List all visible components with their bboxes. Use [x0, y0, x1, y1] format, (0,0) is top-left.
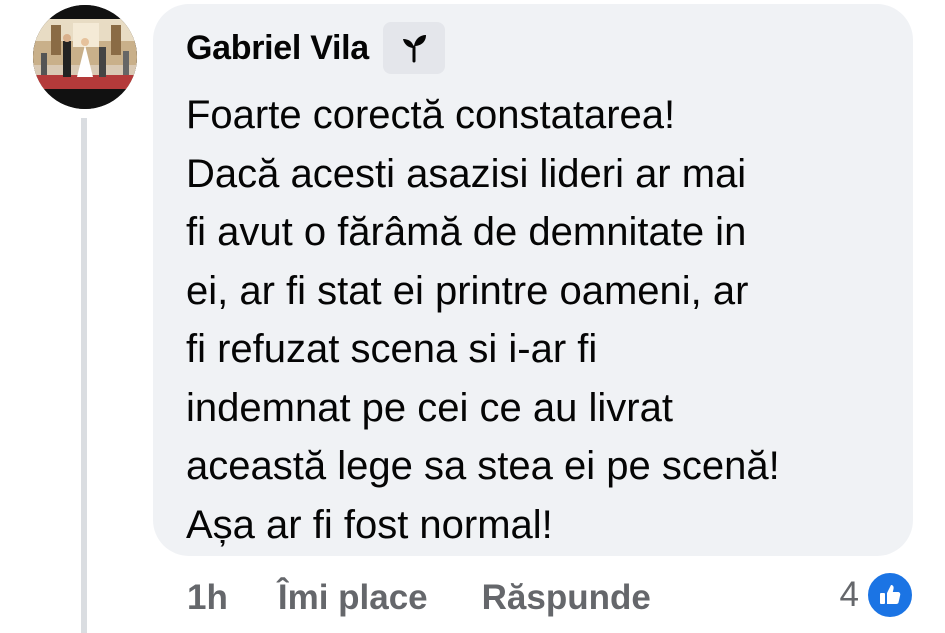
- reaction-count: 4: [839, 575, 859, 614]
- comment-text: Foarte corectă constatarea! Dacă acesti …: [186, 86, 886, 554]
- reply-button[interactable]: Răspunde: [482, 578, 651, 618]
- comment-line: această lege sa stea ei pe scenă!: [186, 444, 780, 488]
- new-member-badge[interactable]: [382, 22, 445, 74]
- sprout-icon: [402, 35, 426, 63]
- comment-line: ei, ar fi stat ei printre oameni, ar: [186, 268, 749, 313]
- avatar[interactable]: [33, 5, 137, 109]
- comment-actions: 1h Îmi place Răspunde: [187, 574, 651, 622]
- avatar-photo: [33, 5, 137, 109]
- timestamp-link[interactable]: 1h: [187, 578, 228, 618]
- comment-line: Dacă acesti asazisi lideri ar mai: [186, 151, 747, 196]
- thumbs-up-icon: [865, 570, 915, 620]
- comment-line: Așa ar fi fost normal!: [186, 502, 553, 547]
- reaction-summary[interactable]: 4: [839, 570, 915, 620]
- author-row: Gabriel Vila: [186, 22, 445, 74]
- thread-line: [81, 118, 87, 633]
- comment-line: fi avut o fărâmă de demnitate in: [186, 210, 747, 254]
- author-name[interactable]: Gabriel Vila: [186, 29, 369, 68]
- comment-line: fi refuzat scena si i-ar fi: [186, 327, 598, 371]
- thumbs-up-glyph: [880, 585, 901, 604]
- like-button[interactable]: Îmi place: [278, 578, 428, 618]
- comment-line: Foarte corectă constatarea!: [186, 93, 676, 137]
- comment-line: indemnat pe cei ce au livrat: [186, 385, 673, 430]
